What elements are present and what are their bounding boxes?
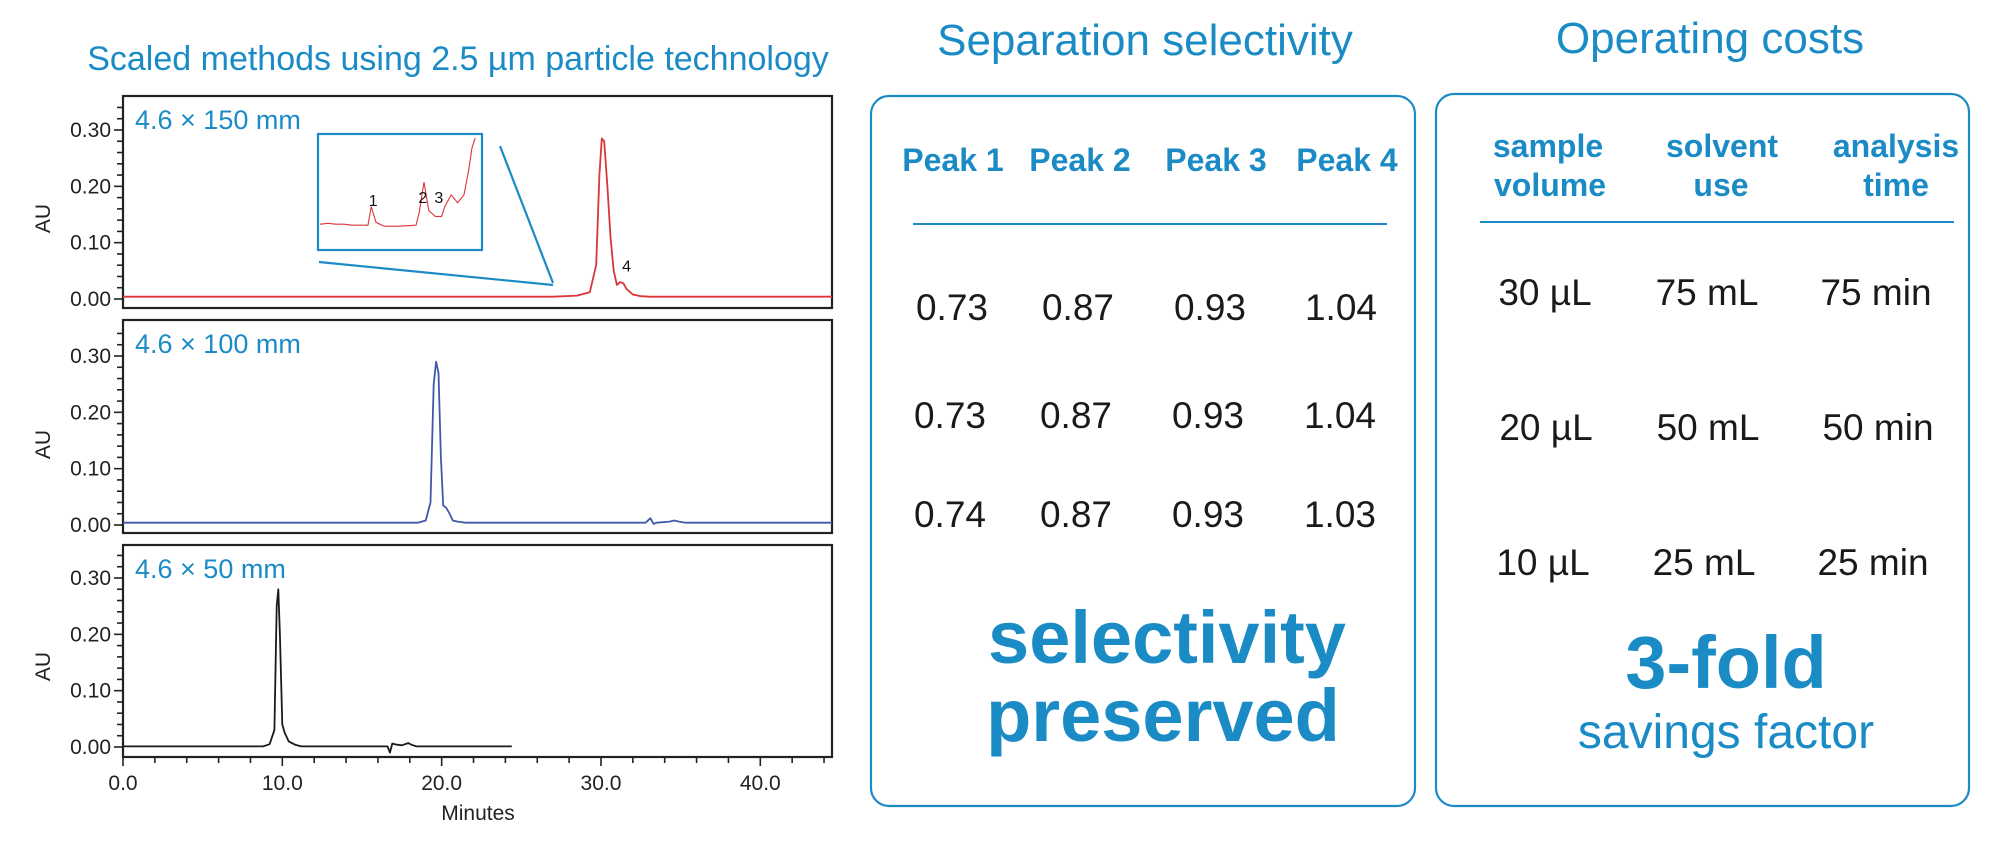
x-axis: 0.0 10.0 20.0 30.0 40.0 — [108, 757, 825, 795]
chromatogram-trace — [123, 360, 832, 525]
y-axis-title: AU — [32, 204, 55, 233]
selectivity-cell: 0.73 — [914, 395, 986, 436]
costs-header-2-line2: use — [1693, 167, 1748, 203]
selectivity-cell: 1.03 — [1304, 494, 1376, 535]
costs-cell: 50 min — [1822, 407, 1933, 448]
costs-cell: 25 mL — [1653, 542, 1756, 583]
costs-cell: 25 min — [1817, 542, 1928, 583]
y-tick-label: 0.00 — [70, 288, 111, 311]
selectivity-cell: 0.93 — [1172, 395, 1244, 436]
y-tick-label: 0.30 — [70, 345, 111, 368]
costs-header-3-line1: analysis — [1833, 128, 1959, 164]
y-tick-label: 0.00 — [70, 514, 111, 537]
selectivity-title: Separation selectivity — [937, 16, 1353, 65]
y-axis-title: AU — [32, 430, 55, 459]
costs-header-3-line2: time — [1863, 167, 1929, 203]
callout-line — [318, 260, 554, 287]
figure: Scaled methods using 2.5 µm particle tec… — [32, 14, 1971, 825]
costs-summary-big: 3-fold — [1625, 621, 1826, 704]
x-tick-label: 20.0 — [421, 772, 462, 795]
inset-peak-label: 3 — [434, 190, 443, 207]
costs-cell: 20 µL — [1499, 407, 1592, 448]
selectivity-header-3: Peak 3 — [1165, 142, 1266, 178]
chromatogram-trace — [123, 588, 512, 754]
selectivity-cell: 1.04 — [1305, 287, 1377, 328]
selectivity-header-4: Peak 4 — [1296, 142, 1398, 178]
costs-cell: 10 µL — [1496, 542, 1589, 583]
chromatogram-title: Scaled methods using 2.5 µm particle tec… — [87, 40, 829, 78]
selectivity-header-2: Peak 2 — [1029, 142, 1130, 178]
y-tick-label: 0.10 — [70, 232, 111, 255]
x-tick-label: 0.0 — [108, 772, 137, 795]
selectivity-cell: 0.87 — [1040, 395, 1112, 436]
selectivity-cell: 0.73 — [916, 287, 988, 328]
y-tick-label: 0.10 — [70, 458, 111, 481]
y-tick-label: 0.00 — [70, 736, 111, 759]
inset-peak-label: 1 — [369, 193, 378, 210]
inset-peak-label: 2 — [418, 190, 427, 207]
selectivity-summary-line1: selectivity — [988, 596, 1346, 679]
y-tick-label: 0.30 — [70, 119, 111, 142]
panel-label: 4.6 × 50 mm — [135, 554, 286, 584]
costs-cell: 75 mL — [1656, 272, 1759, 313]
selectivity-cell: 0.74 — [914, 494, 986, 535]
costs-title: Operating costs — [1556, 14, 1864, 63]
y-tick-label: 0.20 — [70, 623, 111, 646]
y-tick-label: 0.10 — [70, 680, 111, 703]
y-axis-title: AU — [32, 652, 55, 681]
y-tick-label: 0.30 — [70, 567, 111, 590]
callout-line — [498, 145, 555, 284]
panel-label: 4.6 × 100 mm — [135, 329, 301, 359]
selectivity-cell: 0.93 — [1174, 287, 1246, 328]
selectivity-cell: 0.87 — [1042, 287, 1114, 328]
zoom-inset-box — [316, 132, 484, 252]
selectivity-cell: 0.87 — [1040, 494, 1112, 535]
costs-header-1-line2: volume — [1494, 167, 1606, 203]
costs-header-1-line1: sample — [1493, 128, 1603, 164]
y-tick-label: 0.20 — [70, 175, 111, 198]
costs-cell: 50 mL — [1657, 407, 1760, 448]
costs-summary-sub: savings factor — [1578, 706, 1874, 759]
x-axis-title: Minutes — [441, 802, 515, 825]
x-tick-label: 40.0 — [740, 772, 781, 795]
x-tick-label: 10.0 — [262, 772, 303, 795]
selectivity-cell: 1.04 — [1304, 395, 1376, 436]
costs-cell: 75 min — [1820, 272, 1931, 313]
y-tick-label: 0.20 — [70, 401, 111, 424]
selectivity-summary-line2: preserved — [986, 674, 1340, 757]
costs-cell: 30 µL — [1498, 272, 1591, 313]
panel-label: 4.6 × 150 mm — [135, 105, 301, 135]
chromatogram-panels: 0.00 0.10 0.20 0.30 AU 4.6 × 150 mm 4 1 2 3 0.00 0.… — [32, 94, 834, 759]
costs-header-2-line1: solvent — [1666, 128, 1778, 164]
x-tick-label: 30.0 — [581, 772, 622, 795]
selectivity-cell: 0.93 — [1172, 494, 1244, 535]
peak-label: 4 — [622, 259, 631, 276]
selectivity-header-1: Peak 1 — [902, 142, 1003, 178]
